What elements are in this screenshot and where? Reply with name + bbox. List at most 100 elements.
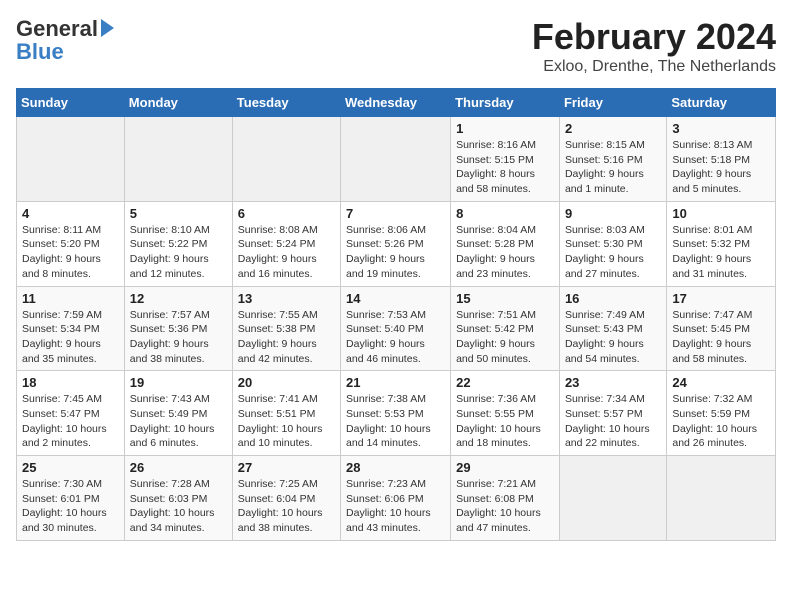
day-number: 20 (238, 375, 335, 390)
day-number: 16 (565, 291, 661, 306)
day-number: 25 (22, 460, 119, 475)
day-of-week-header: Wednesday (341, 89, 451, 117)
day-number: 19 (130, 375, 227, 390)
calendar-day-cell: 19 Sunrise: 7:43 AMSunset: 5:49 PMDayligh… (124, 371, 232, 456)
calendar-week-row: 4 Sunrise: 8:11 AMSunset: 5:20 PMDaylight… (17, 201, 776, 286)
day-number: 28 (346, 460, 445, 475)
calendar-day-cell: 27 Sunrise: 7:25 AMSunset: 6:04 PMDayligh… (232, 456, 340, 541)
calendar-day-cell: 11 Sunrise: 7:59 AMSunset: 5:34 PMDayligh… (17, 286, 125, 371)
calendar-subtitle: Exloo, Drenthe, The Netherlands (532, 58, 776, 76)
day-info: Sunrise: 7:53 AMSunset: 5:40 PMDaylight:… (346, 308, 445, 367)
calendar-day-cell: 22 Sunrise: 7:36 AMSunset: 5:55 PMDayligh… (451, 371, 560, 456)
day-info: Sunrise: 7:23 AMSunset: 6:06 PMDaylight:… (346, 477, 445, 536)
logo-arrow-icon (101, 19, 114, 37)
day-info: Sunrise: 7:59 AMSunset: 5:34 PMDaylight:… (22, 308, 119, 367)
day-of-week-header: Tuesday (232, 89, 340, 117)
calendar-day-cell (667, 456, 776, 541)
calendar-day-cell: 7 Sunrise: 8:06 AMSunset: 5:26 PMDaylight… (341, 201, 451, 286)
day-info: Sunrise: 7:25 AMSunset: 6:04 PMDaylight:… (238, 477, 335, 536)
day-info: Sunrise: 8:16 AMSunset: 5:15 PMDaylight:… (456, 138, 554, 197)
calendar-day-cell (341, 117, 451, 202)
calendar-day-cell: 23Sunrise: 7:34 AMSunset: 5:57 PMDayligh… (559, 371, 666, 456)
day-number: 13 (238, 291, 335, 306)
day-info: Sunrise: 7:38 AMSunset: 5:53 PMDaylight:… (346, 392, 445, 451)
calendar-day-cell: 8Sunrise: 8:04 AMSunset: 5:28 PMDaylight… (451, 201, 560, 286)
day-info: Sunrise: 8:06 AMSunset: 5:26 PMDaylight:… (346, 223, 445, 282)
day-number: 2 (565, 121, 661, 136)
calendar-day-cell: 17Sunrise: 7:47 AMSunset: 5:45 PMDayligh… (667, 286, 776, 371)
calendar-day-cell: 28 Sunrise: 7:23 AMSunset: 6:06 PMDayligh… (341, 456, 451, 541)
day-of-week-header: Saturday (667, 89, 776, 117)
day-info: Sunrise: 7:28 AMSunset: 6:03 PMDaylight:… (130, 477, 227, 536)
day-info: Sunrise: 8:08 AMSunset: 5:24 PMDaylight:… (238, 223, 335, 282)
calendar-day-cell (124, 117, 232, 202)
day-number: 11 (22, 291, 119, 306)
calendar-day-cell: 13 Sunrise: 7:55 AMSunset: 5:38 PMDayligh… (232, 286, 340, 371)
calendar-day-cell: 1 Sunrise: 8:16 AMSunset: 5:15 PMDaylight… (451, 117, 560, 202)
day-of-week-header: Monday (124, 89, 232, 117)
calendar-header-row: SundayMondayTuesdayWednesdayThursdayFrid… (17, 89, 776, 117)
calendar-day-cell: 10 Sunrise: 8:01 AMSunset: 5:32 PMDayligh… (667, 201, 776, 286)
day-number: 27 (238, 460, 335, 475)
calendar-day-cell (232, 117, 340, 202)
day-info: Sunrise: 8:04 AMSunset: 5:28 PMDaylight:… (456, 223, 554, 282)
day-number: 9 (565, 206, 661, 221)
calendar-day-cell (17, 117, 125, 202)
day-info: Sunrise: 7:49 AMSunset: 5:43 PMDaylight:… (565, 308, 661, 367)
page-header: General Blue February 2024 Exloo, Drenth… (16, 16, 776, 76)
calendar-week-row: 1 Sunrise: 8:16 AMSunset: 5:15 PMDaylight… (17, 117, 776, 202)
day-number: 17 (672, 291, 770, 306)
calendar-day-cell (559, 456, 666, 541)
day-number: 18 (22, 375, 119, 390)
calendar-day-cell: 6 Sunrise: 8:08 AMSunset: 5:24 PMDaylight… (232, 201, 340, 286)
day-number: 14 (346, 291, 445, 306)
day-info: Sunrise: 8:15 AMSunset: 5:16 PMDaylight:… (565, 138, 661, 197)
calendar-day-cell: 2 Sunrise: 8:15 AMSunset: 5:16 PMDaylight… (559, 117, 666, 202)
title-block: February 2024 Exloo, Drenthe, The Nether… (532, 16, 776, 76)
day-number: 3 (672, 121, 770, 136)
day-number: 26 (130, 460, 227, 475)
calendar-day-cell: 29 Sunrise: 7:21 AMSunset: 6:08 PMDayligh… (451, 456, 560, 541)
calendar-week-row: 18 Sunrise: 7:45 AMSunset: 5:47 PMDayligh… (17, 371, 776, 456)
calendar-week-row: 25 Sunrise: 7:30 AMSunset: 6:01 PMDayligh… (17, 456, 776, 541)
day-info: Sunrise: 7:21 AMSunset: 6:08 PMDaylight:… (456, 477, 554, 536)
day-info: Sunrise: 7:30 AMSunset: 6:01 PMDaylight:… (22, 477, 119, 536)
calendar-table: SundayMondayTuesdayWednesdayThursdayFrid… (16, 88, 776, 541)
calendar-title: February 2024 (532, 16, 776, 58)
day-info: Sunrise: 7:51 AMSunset: 5:42 PMDaylight:… (456, 308, 554, 367)
day-of-week-header: Sunday (17, 89, 125, 117)
calendar-day-cell: 14 Sunrise: 7:53 AMSunset: 5:40 PMDayligh… (341, 286, 451, 371)
day-info: Sunrise: 7:32 AMSunset: 5:59 PMDaylight:… (672, 392, 770, 451)
day-info: Sunrise: 7:43 AMSunset: 5:49 PMDaylight:… (130, 392, 227, 451)
day-number: 7 (346, 206, 445, 221)
day-number: 1 (456, 121, 554, 136)
day-number: 5 (130, 206, 227, 221)
logo-blue-text: Blue (16, 39, 64, 65)
calendar-day-cell: 3 Sunrise: 8:13 AMSunset: 5:18 PMDaylight… (667, 117, 776, 202)
day-info: Sunrise: 7:55 AMSunset: 5:38 PMDaylight:… (238, 308, 335, 367)
day-info: Sunrise: 7:36 AMSunset: 5:55 PMDaylight:… (456, 392, 554, 451)
day-of-week-header: Thursday (451, 89, 560, 117)
day-info: Sunrise: 8:01 AMSunset: 5:32 PMDaylight:… (672, 223, 770, 282)
day-number: 29 (456, 460, 554, 475)
day-info: Sunrise: 7:34 AMSunset: 5:57 PMDaylight:… (565, 392, 661, 451)
day-info: Sunrise: 7:41 AMSunset: 5:51 PMDaylight:… (238, 392, 335, 451)
calendar-day-cell: 15 Sunrise: 7:51 AMSunset: 5:42 PMDayligh… (451, 286, 560, 371)
calendar-day-cell: 9 Sunrise: 8:03 AMSunset: 5:30 PMDaylight… (559, 201, 666, 286)
day-info: Sunrise: 7:45 AMSunset: 5:47 PMDaylight:… (22, 392, 119, 451)
day-number: 15 (456, 291, 554, 306)
day-info: Sunrise: 8:11 AMSunset: 5:20 PMDaylight:… (22, 223, 119, 282)
calendar-day-cell: 25 Sunrise: 7:30 AMSunset: 6:01 PMDayligh… (17, 456, 125, 541)
calendar-day-cell: 18 Sunrise: 7:45 AMSunset: 5:47 PMDayligh… (17, 371, 125, 456)
calendar-day-cell: 24Sunrise: 7:32 AMSunset: 5:59 PMDayligh… (667, 371, 776, 456)
day-info: Sunrise: 8:03 AMSunset: 5:30 PMDaylight:… (565, 223, 661, 282)
day-number: 6 (238, 206, 335, 221)
day-info: Sunrise: 8:13 AMSunset: 5:18 PMDaylight:… (672, 138, 770, 197)
calendar-week-row: 11 Sunrise: 7:59 AMSunset: 5:34 PMDayligh… (17, 286, 776, 371)
logo: General Blue (16, 16, 114, 65)
day-number: 21 (346, 375, 445, 390)
calendar-day-cell: 5Sunrise: 8:10 AMSunset: 5:22 PMDaylight… (124, 201, 232, 286)
day-number: 10 (672, 206, 770, 221)
day-number: 22 (456, 375, 554, 390)
day-number: 4 (22, 206, 119, 221)
